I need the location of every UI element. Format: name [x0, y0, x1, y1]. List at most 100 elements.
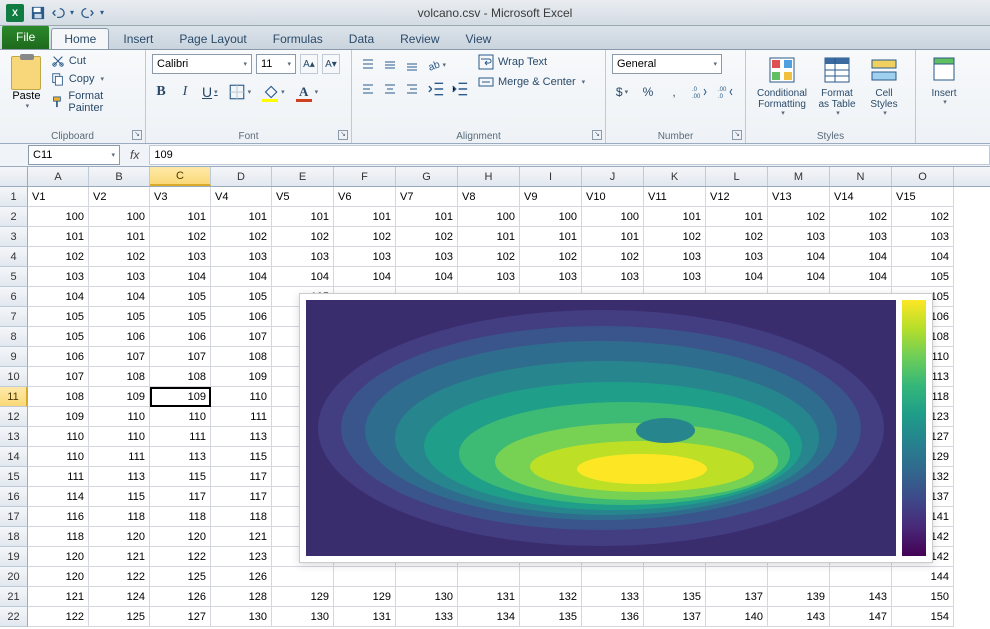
cell-A15[interactable]: 111 — [28, 467, 89, 487]
cell-M1[interactable]: V13 — [768, 187, 830, 207]
cell-A19[interactable]: 120 — [28, 547, 89, 567]
cell-C5[interactable]: 104 — [150, 267, 211, 287]
number-format-combo[interactable]: General ▾ — [612, 54, 722, 74]
cell-B6[interactable]: 104 — [89, 287, 150, 307]
cell-K20[interactable] — [644, 567, 706, 587]
cell-N4[interactable]: 104 — [830, 247, 892, 267]
column-header-D[interactable]: D — [211, 167, 272, 186]
column-header-B[interactable]: B — [89, 167, 150, 186]
cell-B4[interactable]: 102 — [89, 247, 150, 267]
cell-C6[interactable]: 105 — [150, 287, 211, 307]
paste-dropdown-icon[interactable]: ▾ — [26, 102, 30, 110]
cell-I1[interactable]: V9 — [520, 187, 582, 207]
cell-C21[interactable]: 126 — [150, 587, 211, 607]
cell-I4[interactable]: 102 — [520, 247, 582, 267]
column-header-G[interactable]: G — [396, 167, 458, 186]
cell-D6[interactable]: 105 — [211, 287, 272, 307]
cell-D20[interactable]: 126 — [211, 567, 272, 587]
cell-M3[interactable]: 103 — [768, 227, 830, 247]
cell-N5[interactable]: 104 — [830, 267, 892, 287]
cell-L21[interactable]: 137 — [706, 587, 768, 607]
undo-dropdown-icon[interactable]: ▾ — [70, 8, 80, 17]
row-header-12[interactable]: 12 — [0, 407, 28, 427]
cell-G5[interactable]: 104 — [396, 267, 458, 287]
cell-D21[interactable]: 128 — [211, 587, 272, 607]
alignment-launcher-icon[interactable]: ↘ — [592, 130, 602, 140]
cell-B20[interactable]: 122 — [89, 567, 150, 587]
cell-M22[interactable]: 143 — [768, 607, 830, 627]
cell-N1[interactable]: V14 — [830, 187, 892, 207]
cell-B16[interactable]: 115 — [89, 487, 150, 507]
cell-J22[interactable]: 136 — [582, 607, 644, 627]
column-header-N[interactable]: N — [830, 167, 892, 186]
cell-B1[interactable]: V2 — [89, 187, 150, 207]
cell-K5[interactable]: 103 — [644, 267, 706, 287]
cell-G2[interactable]: 101 — [396, 207, 458, 227]
row-header-5[interactable]: 5 — [0, 267, 28, 287]
cell-E20[interactable] — [272, 567, 334, 587]
row-header-1[interactable]: 1 — [0, 187, 28, 207]
cell-B10[interactable]: 108 — [89, 367, 150, 387]
font-name-combo[interactable]: Calibri ▾ — [152, 54, 252, 74]
row-header-20[interactable]: 20 — [0, 567, 28, 587]
tab-file[interactable]: File — [2, 25, 49, 49]
cell-J21[interactable]: 133 — [582, 587, 644, 607]
cell-J5[interactable]: 103 — [582, 267, 644, 287]
column-header-E[interactable]: E — [272, 167, 334, 186]
cell-D12[interactable]: 111 — [211, 407, 272, 427]
cell-D17[interactable]: 118 — [211, 507, 272, 527]
cell-B7[interactable]: 105 — [89, 307, 150, 327]
cell-D1[interactable]: V4 — [211, 187, 272, 207]
row-header-16[interactable]: 16 — [0, 487, 28, 507]
cell-H5[interactable]: 103 — [458, 267, 520, 287]
cell-A4[interactable]: 102 — [28, 247, 89, 267]
cell-A20[interactable]: 120 — [28, 567, 89, 587]
cell-A22[interactable]: 122 — [28, 607, 89, 627]
cell-L3[interactable]: 102 — [706, 227, 768, 247]
decrease-decimal-button[interactable]: .00.0 — [716, 82, 736, 102]
column-header-O[interactable]: O — [892, 167, 954, 186]
accounting-format-button[interactable]: $▾ — [612, 82, 632, 102]
cell-N21[interactable]: 143 — [830, 587, 892, 607]
cell-F2[interactable]: 101 — [334, 207, 396, 227]
cell-C13[interactable]: 111 — [150, 427, 211, 447]
cell-L22[interactable]: 140 — [706, 607, 768, 627]
cell-H3[interactable]: 101 — [458, 227, 520, 247]
cell-B21[interactable]: 124 — [89, 587, 150, 607]
cell-O4[interactable]: 104 — [892, 247, 954, 267]
row-header-15[interactable]: 15 — [0, 467, 28, 487]
cell-H1[interactable]: V8 — [458, 187, 520, 207]
tab-data[interactable]: Data — [337, 28, 386, 49]
row-header-21[interactable]: 21 — [0, 587, 28, 607]
cell-E4[interactable]: 103 — [272, 247, 334, 267]
row-header-4[interactable]: 4 — [0, 247, 28, 267]
row-header-14[interactable]: 14 — [0, 447, 28, 467]
column-header-H[interactable]: H — [458, 167, 520, 186]
cell-D2[interactable]: 101 — [211, 207, 272, 227]
increase-decimal-button[interactable]: .0.00 — [690, 82, 710, 102]
cell-G21[interactable]: 130 — [396, 587, 458, 607]
cell-K3[interactable]: 102 — [644, 227, 706, 247]
cell-C20[interactable]: 125 — [150, 567, 211, 587]
row-header-2[interactable]: 2 — [0, 207, 28, 227]
cell-J2[interactable]: 100 — [582, 207, 644, 227]
cell-F1[interactable]: V6 — [334, 187, 396, 207]
cell-A1[interactable]: V1 — [28, 187, 89, 207]
cell-A8[interactable]: 105 — [28, 327, 89, 347]
cell-F5[interactable]: 104 — [334, 267, 396, 287]
cell-B22[interactable]: 125 — [89, 607, 150, 627]
cell-C7[interactable]: 105 — [150, 307, 211, 327]
cell-C10[interactable]: 108 — [150, 367, 211, 387]
cell-C14[interactable]: 113 — [150, 447, 211, 467]
cell-O2[interactable]: 102 — [892, 207, 954, 227]
wrap-text-button[interactable]: Wrap Text — [478, 54, 585, 70]
cell-H22[interactable]: 134 — [458, 607, 520, 627]
cell-K1[interactable]: V11 — [644, 187, 706, 207]
cell-F20[interactable] — [334, 567, 396, 587]
bold-button[interactable]: B — [152, 82, 170, 102]
cell-F22[interactable]: 131 — [334, 607, 396, 627]
cell-H4[interactable]: 102 — [458, 247, 520, 267]
border-button[interactable]: ▾ — [226, 82, 254, 102]
cell-D18[interactable]: 121 — [211, 527, 272, 547]
cell-M4[interactable]: 104 — [768, 247, 830, 267]
